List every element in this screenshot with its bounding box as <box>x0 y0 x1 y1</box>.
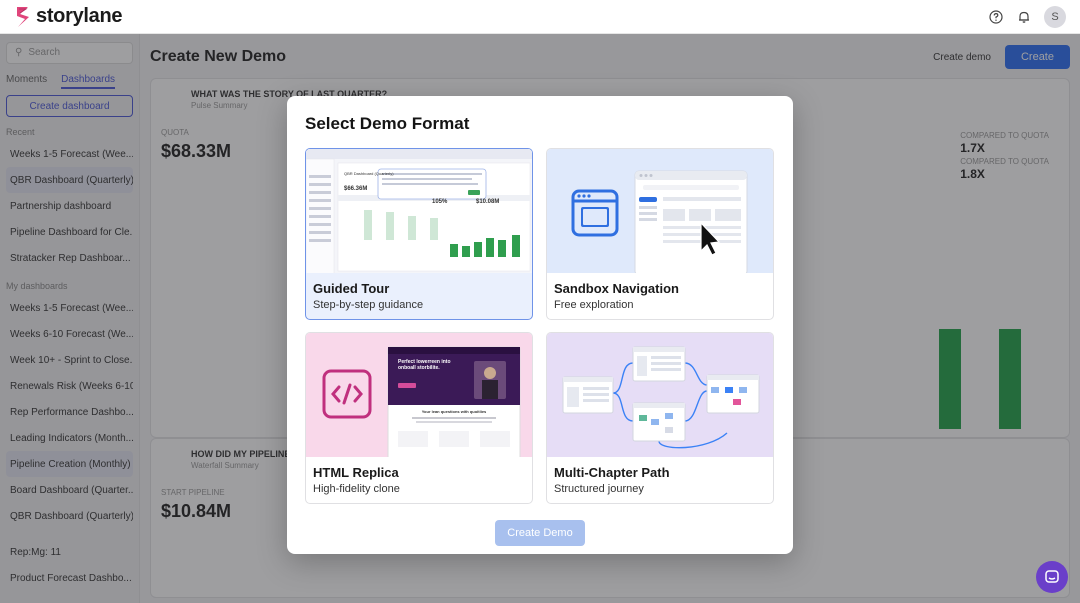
help-circle-icon[interactable] <box>988 9 1004 25</box>
preview-heading: QBR Dashboard (Quarterly) <box>344 171 394 176</box>
option-multi-chapter-path[interactable]: Multi-Chapter Path Structured journey <box>546 332 774 504</box>
option-desc: Structured journey <box>554 483 644 495</box>
option-desc: High-fidelity clone <box>313 483 400 495</box>
bell-icon[interactable] <box>1016 9 1032 25</box>
multi-chapter-thumbnail <box>547 333 773 457</box>
logo-text: storylane <box>36 5 123 27</box>
create-demo-button[interactable]: Create Demo <box>495 520 585 546</box>
guided-tour-thumbnail: QBR Dashboard (Quarterly) $66.36M 105% $… <box>306 149 532 273</box>
logo[interactable]: storylane <box>14 5 123 29</box>
top-bar: storylane S <box>0 0 1080 34</box>
option-guided-tour[interactable]: QBR Dashboard (Quarterly) $66.36M 105% $… <box>305 148 533 320</box>
option-desc: Step-by-step guidance <box>313 299 424 311</box>
flow-diagram-icon <box>562 346 760 449</box>
chat-launcher[interactable] <box>1036 561 1068 593</box>
option-sandbox-navigation[interactable]: Sandbox Navigation Free exploration <box>546 148 774 320</box>
browser-window-icon <box>571 170 748 273</box>
option-name: Multi-Chapter Path <box>554 465 670 480</box>
dashboard-preview-icon <box>306 149 532 273</box>
user-avatar[interactable]: S <box>1044 5 1066 28</box>
preview-value: 105% <box>432 199 448 205</box>
code-icon <box>322 346 521 457</box>
option-name: HTML Replica <box>313 465 399 480</box>
sandbox-thumbnail <box>547 149 773 273</box>
replica-subheading: Your lean questions with quoitlies <box>421 409 487 414</box>
select-demo-format-modal: Select Demo Format QBR Dashboard (Quarte… <box>287 96 793 554</box>
preview-value: $66.36M <box>344 186 368 192</box>
option-html-replica[interactable]: Perfect lowerreen into onboall storbilit… <box>305 332 533 504</box>
preview-value: $10.08M <box>476 199 500 205</box>
option-desc: Free exploration <box>554 299 634 311</box>
option-name: Sandbox Navigation <box>554 281 679 296</box>
replica-headline: Perfect lowerreen into onboall storbilit… <box>398 359 451 371</box>
option-name: Guided Tour <box>313 281 390 296</box>
chat-icon <box>1045 570 1059 583</box>
modal-title: Select Demo Format <box>305 114 470 133</box>
html-replica-thumbnail: Perfect lowerreen into onboall storbilit… <box>306 333 532 457</box>
storylane-logo-icon <box>17 6 29 27</box>
